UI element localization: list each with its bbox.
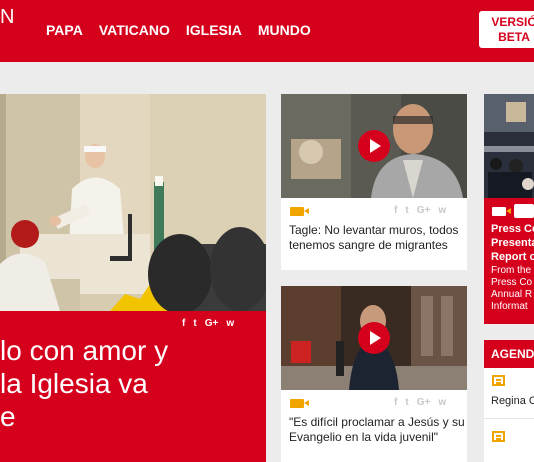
evangelio-play-icon[interactable] xyxy=(358,322,390,354)
press-video-type-icon xyxy=(492,207,511,216)
press-live-icon xyxy=(514,204,534,218)
google-plus-icon[interactable]: G+ xyxy=(417,397,431,408)
tagle-share-bar: f t G+ w xyxy=(394,205,446,216)
main-share-bar: f t G+ w xyxy=(182,318,234,329)
main-story-image[interactable] xyxy=(0,94,266,311)
press-body-line1: From the xyxy=(491,265,532,276)
top-navigation-bar: N PAPA VATICANO IGLESIA MUNDO VERSIÓ BET… xyxy=(0,0,534,62)
nav-iglesia[interactable]: IGLESIA xyxy=(186,22,242,38)
agenda-list: Regina C xyxy=(484,368,534,462)
nav-vaticano[interactable]: VATICANO xyxy=(99,22,170,38)
whatsapp-icon[interactable]: w xyxy=(226,318,234,329)
press-title-line2: Presenta xyxy=(491,237,534,249)
press-body-line2: Press Co xyxy=(491,277,533,288)
facebook-icon[interactable]: f xyxy=(394,397,397,408)
whatsapp-icon[interactable]: w xyxy=(438,397,446,408)
tagle-video-thumbnail[interactable] xyxy=(281,94,467,198)
tagle-play-icon[interactable] xyxy=(358,130,390,162)
main-title-line2: la Iglesia va xyxy=(0,368,148,399)
press-body-line4: Informat xyxy=(491,301,528,312)
twitter-icon[interactable]: t xyxy=(405,205,408,216)
tagle-story-title[interactable]: Tagle: No levantar muros, todos tenemos … xyxy=(289,223,461,253)
agenda-title: AGEND xyxy=(491,347,534,361)
story-card-tagle[interactable]: f t G+ w Tagle: No levantar muros, todos… xyxy=(281,94,467,270)
story-card-press-conference[interactable]: Press Co Presenta Report o From the Pres… xyxy=(484,94,534,324)
press-story-title[interactable]: Press Co Presenta Report o xyxy=(491,222,534,264)
press-conference-image[interactable] xyxy=(484,94,534,198)
main-story-title[interactable]: lo con amor y la Iglesia va e xyxy=(0,334,168,433)
site-logo-fragment[interactable]: N xyxy=(0,6,15,29)
twitter-icon[interactable]: t xyxy=(405,397,408,408)
press-title-line1: Press Co xyxy=(491,223,534,235)
nav-mundo[interactable]: MUNDO xyxy=(258,22,311,38)
main-title-line3: e xyxy=(0,401,16,432)
agenda-header: AGEND xyxy=(484,340,534,368)
beta-label-line1: VERSIÓ xyxy=(491,15,534,29)
evangelio-story-title[interactable]: "Es difícil proclamar a Jesús y su Evang… xyxy=(289,415,465,445)
tagle-video-type-icon xyxy=(290,207,309,216)
press-conference-photo xyxy=(484,94,534,198)
press-body-line3: Annual R xyxy=(491,289,533,300)
nav-papa[interactable]: PAPA xyxy=(46,22,83,38)
beta-label-line2: BETA xyxy=(498,30,530,44)
agenda-item-1[interactable]: Regina C xyxy=(491,395,534,407)
evangelio-video-type-icon xyxy=(290,399,309,408)
twitter-icon[interactable]: t xyxy=(193,318,196,329)
press-story-summary: From the Press Co Annual R Informat xyxy=(491,265,532,313)
evangelio-video-thumbnail[interactable] xyxy=(281,286,467,390)
agenda-item-2-icon xyxy=(492,431,505,442)
beta-version-button[interactable]: VERSIÓ BETA xyxy=(479,11,534,48)
agenda-divider xyxy=(484,418,534,419)
google-plus-icon[interactable]: G+ xyxy=(205,318,219,329)
main-story-card[interactable]: f t G+ w lo con amor y la Iglesia va e xyxy=(0,94,266,462)
facebook-icon[interactable]: f xyxy=(394,205,397,216)
facebook-icon[interactable]: f xyxy=(182,318,185,329)
main-nav: PAPA VATICANO IGLESIA MUNDO xyxy=(46,22,311,38)
story-card-evangelio[interactable]: f t G+ w "Es difícil proclamar a Jesús y… xyxy=(281,286,467,462)
google-plus-icon[interactable]: G+ xyxy=(417,205,431,216)
whatsapp-icon[interactable]: w xyxy=(438,205,446,216)
pope-mass-photo xyxy=(0,94,266,311)
press-title-line3: Report o xyxy=(491,251,534,263)
main-title-line1: lo con amor y xyxy=(0,335,169,366)
evangelio-share-bar: f t G+ w xyxy=(394,397,446,408)
agenda-item-icon xyxy=(492,375,505,386)
